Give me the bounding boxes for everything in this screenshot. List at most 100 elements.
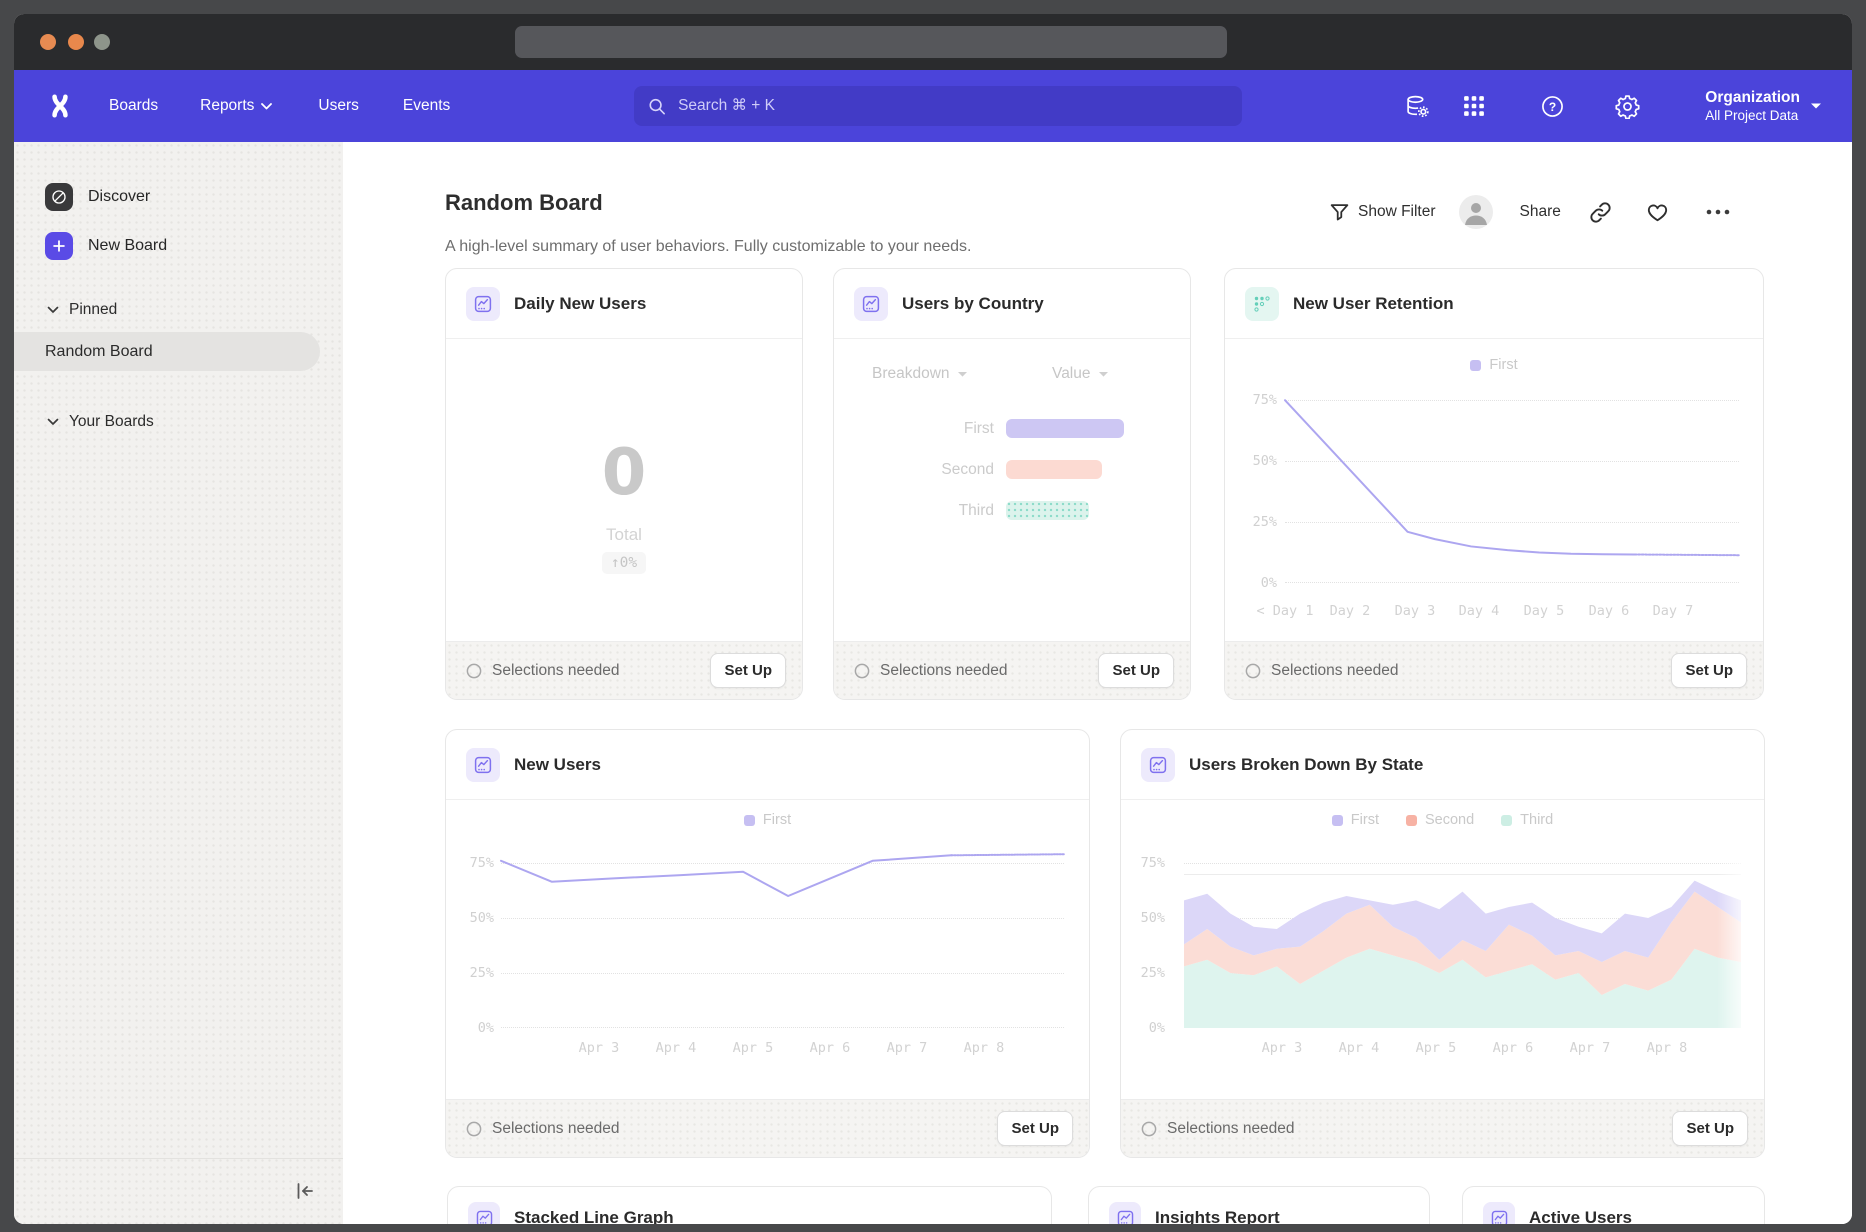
card-header: Insights Report xyxy=(1089,1187,1429,1224)
more-options-icon[interactable] xyxy=(1705,207,1731,217)
y-tick: 75% xyxy=(1233,391,1277,409)
state-area-chart[interactable] xyxy=(1184,852,1741,1028)
sidebar-collapse-button[interactable] xyxy=(292,1178,318,1204)
card-title: New Users xyxy=(514,755,601,775)
card-stacked-line-graph: Stacked Line Graph xyxy=(447,1186,1052,1224)
nav-item-users[interactable]: Users xyxy=(318,97,358,115)
card-status: Selections needed xyxy=(1141,1120,1295,1138)
x-tick: Apr 4 xyxy=(1317,1040,1401,1056)
sidebar-item-new-board[interactable]: New Board xyxy=(45,232,167,260)
address-bar[interactable] xyxy=(515,26,1227,58)
insights-chart-icon xyxy=(466,287,500,321)
x-tick: Apr 4 xyxy=(634,1040,718,1056)
card-header: Daily New Users xyxy=(446,269,802,339)
card-insights-report: Insights Report xyxy=(1088,1186,1430,1224)
card-status-label: Selections needed xyxy=(492,1120,620,1138)
y-tick: 0% xyxy=(1121,1019,1165,1037)
breakdown-column-header[interactable]: Breakdown xyxy=(872,365,968,383)
metric-delta-badge: ↑0% xyxy=(602,552,646,574)
x-tick: Apr 7 xyxy=(865,1040,949,1056)
nav-item-events[interactable]: Events xyxy=(403,97,450,115)
search-input[interactable] xyxy=(676,96,1228,116)
bar-value xyxy=(1006,501,1089,520)
metric-value: 0 xyxy=(446,425,802,521)
caret-down-icon xyxy=(1810,102,1822,110)
nav-item-reports-label: Reports xyxy=(200,97,254,115)
chevron-down-icon xyxy=(47,418,59,426)
copy-link-icon[interactable] xyxy=(1589,201,1612,224)
window-minimize-button[interactable] xyxy=(68,34,84,50)
card-header: New Users xyxy=(446,730,1089,800)
legend-swatch xyxy=(1406,815,1417,826)
main-content: Random Board A high-level summary of use… xyxy=(343,142,1852,1224)
sidebar-item-random-board[interactable]: Random Board xyxy=(14,332,320,371)
card-daily-new-users: Daily New Users 0 Total ↑0% Selections n… xyxy=(445,268,803,700)
x-tick: Apr 6 xyxy=(788,1040,872,1056)
sidebar-section-your-boards[interactable]: Your Boards xyxy=(47,412,154,432)
share-button[interactable]: Share xyxy=(1520,203,1561,221)
card-header: New User Retention xyxy=(1225,269,1763,339)
nav-item-boards[interactable]: Boards xyxy=(109,97,158,115)
chart-legend: First xyxy=(1225,357,1763,373)
avatar[interactable] xyxy=(1459,195,1493,229)
sidebar-section-pinned-label: Pinned xyxy=(69,301,117,319)
org-switcher[interactable]: Organization All Project Data xyxy=(1705,88,1822,124)
settings-gear-icon[interactable] xyxy=(1614,93,1640,119)
set-up-button[interactable]: Set Up xyxy=(1672,1111,1748,1146)
card-footer: Selections needed Set Up xyxy=(446,1099,1089,1157)
breakdown-column-label: Breakdown xyxy=(872,365,950,383)
set-up-button[interactable]: Set Up xyxy=(997,1111,1073,1146)
insights-chart-icon xyxy=(468,1202,500,1224)
card-status-label: Selections needed xyxy=(880,662,1008,680)
card-footer: Selections needed Set Up xyxy=(1121,1099,1764,1157)
nav-item-reports[interactable]: Reports xyxy=(200,97,272,115)
window-close-button[interactable] xyxy=(40,34,56,50)
sidebar-section-pinned[interactable]: Pinned xyxy=(47,300,117,320)
y-tick: 25% xyxy=(450,964,494,982)
new-users-line-chart[interactable] xyxy=(501,852,1064,1028)
insights-chart-icon xyxy=(1141,748,1175,782)
caret-down-icon xyxy=(957,371,968,378)
chart-legend: First xyxy=(446,812,1089,828)
search-icon xyxy=(648,97,666,116)
card-header: Users by Country xyxy=(834,269,1190,339)
x-tick: Apr 3 xyxy=(1240,1040,1324,1056)
card-status-label: Selections needed xyxy=(1271,662,1399,680)
window-titlebar xyxy=(14,14,1852,70)
favorite-heart-icon[interactable] xyxy=(1646,201,1669,224)
nav-item-users-label: Users xyxy=(318,97,358,115)
sidebar-item-random-board-label: Random Board xyxy=(45,343,153,361)
show-filter-button[interactable]: Show Filter xyxy=(1358,203,1436,221)
card-new-user-retention: New User Retention First 75% 50% 25% 0% … xyxy=(1224,268,1764,700)
legend-swatch xyxy=(1470,360,1481,371)
top-navbar: Boards Reports Users Events ? xyxy=(14,70,1852,142)
sidebar-item-discover[interactable]: Discover xyxy=(45,183,150,211)
value-column-header[interactable]: Value xyxy=(1052,365,1109,383)
card-status: Selections needed xyxy=(466,662,620,680)
value-column-label: Value xyxy=(1052,365,1091,383)
y-tick: 0% xyxy=(450,1019,494,1037)
x-tick: Day 7 xyxy=(1631,603,1715,619)
global-search[interactable] xyxy=(634,86,1242,126)
card-status: Selections needed xyxy=(854,662,1008,680)
set-up-button[interactable]: Set Up xyxy=(1098,653,1174,688)
x-tick: Apr 7 xyxy=(1548,1040,1632,1056)
set-up-button[interactable]: Set Up xyxy=(710,653,786,688)
apps-grid-icon[interactable] xyxy=(1461,93,1487,119)
y-tick: 50% xyxy=(1233,452,1277,470)
filter-funnel-icon[interactable] xyxy=(1329,202,1350,223)
retention-grid-icon xyxy=(1245,287,1279,321)
page-title: Random Board xyxy=(445,190,603,216)
window-zoom-button[interactable] xyxy=(94,34,110,50)
help-icon[interactable]: ? xyxy=(1539,93,1565,119)
card-status: Selections needed xyxy=(466,1120,620,1138)
insights-chart-icon xyxy=(1109,1202,1141,1224)
set-up-button[interactable]: Set Up xyxy=(1671,653,1747,688)
insights-chart-icon xyxy=(1483,1202,1515,1224)
y-tick: 0% xyxy=(1233,574,1277,592)
screen: Boards Reports Users Events ? xyxy=(0,0,1866,1232)
radio-circle-icon xyxy=(466,663,482,679)
data-management-icon[interactable] xyxy=(1404,93,1430,119)
retention-line-chart[interactable] xyxy=(1285,388,1739,583)
mixpanel-logo-icon[interactable] xyxy=(45,89,75,123)
